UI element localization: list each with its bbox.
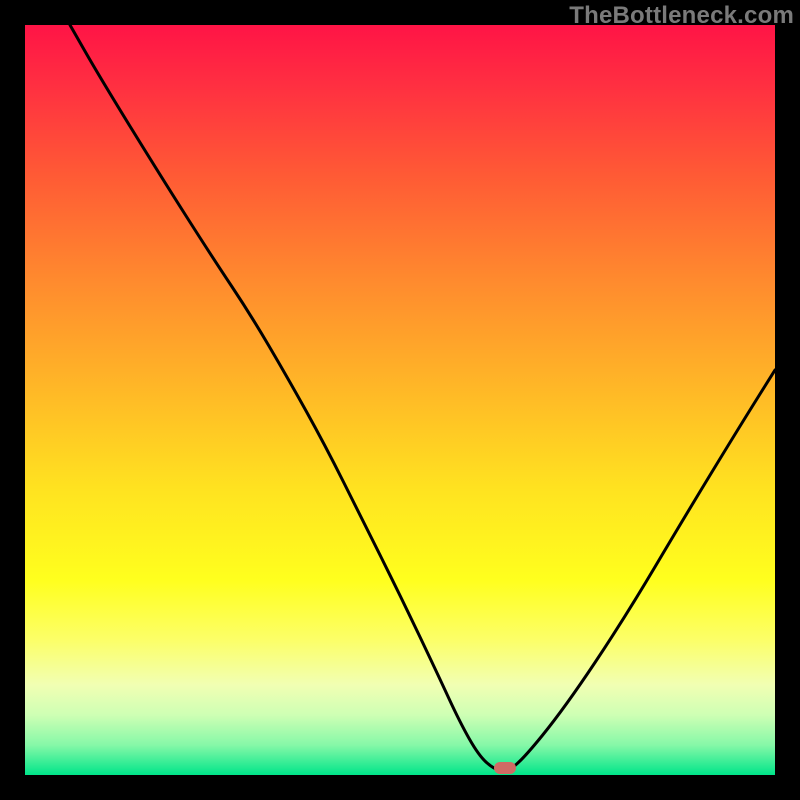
minimum-marker <box>494 762 516 774</box>
bottleneck-curve <box>25 25 775 775</box>
chart-frame: TheBottleneck.com <box>0 0 800 800</box>
plot-area <box>25 25 775 775</box>
